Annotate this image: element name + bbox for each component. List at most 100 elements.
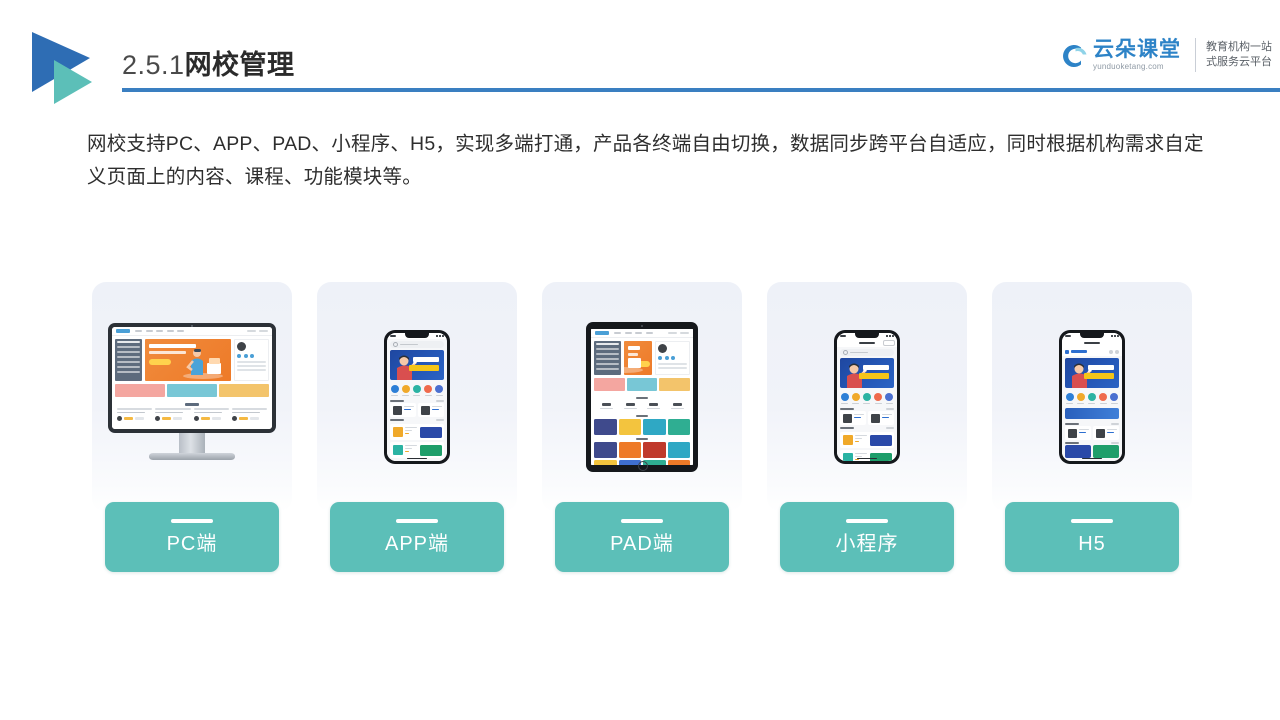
course-card[interactable]: [418, 403, 444, 417]
course-list-item[interactable]: [840, 432, 894, 448]
course-grid-row-1: [591, 419, 693, 435]
course-list: [387, 422, 447, 458]
promo-card[interactable]: [219, 384, 269, 397]
card-label-pc[interactable]: PC端: [105, 502, 279, 572]
course-tile[interactable]: [594, 460, 617, 465]
category-item[interactable]: [1110, 393, 1119, 404]
course-item[interactable]: [193, 408, 229, 421]
course-item[interactable]: [231, 408, 267, 421]
page-title: 2.5.1网校管理: [122, 48, 295, 82]
device-card-app[interactable]: APP端: [317, 282, 517, 572]
website-promo-row: [591, 378, 693, 394]
course-tile[interactable]: [618, 442, 641, 458]
category-item[interactable]: [424, 385, 433, 396]
title-underline: [122, 88, 1280, 92]
stats-row: [591, 401, 693, 412]
app-mock: [387, 333, 447, 461]
website-hero: [591, 338, 693, 378]
monitor-stand-base: [149, 453, 235, 460]
avatar: [658, 344, 667, 353]
brand-logo-icon: [1065, 349, 1069, 354]
course-card[interactable]: [840, 411, 866, 425]
card-label-text: PAD端: [610, 532, 674, 555]
course-list-item[interactable]: [840, 450, 894, 461]
phone-screen: [387, 333, 447, 461]
course-list-item[interactable]: [390, 442, 444, 458]
course-tile[interactable]: [667, 442, 690, 458]
category-item[interactable]: [390, 385, 399, 396]
card-label-app[interactable]: APP端: [330, 502, 504, 572]
course-card[interactable]: [390, 403, 416, 417]
promo-card[interactable]: [626, 378, 658, 391]
device-card-h5[interactable]: H5: [992, 282, 1192, 572]
nav-item: [177, 330, 184, 332]
search-input[interactable]: [390, 341, 444, 348]
app-hero-banner[interactable]: [840, 358, 894, 388]
course-tile[interactable]: [667, 419, 690, 435]
category-item[interactable]: [851, 393, 860, 404]
course-tile[interactable]: [594, 419, 617, 435]
category-item[interactable]: [401, 385, 410, 396]
website-course-list: [112, 408, 272, 421]
home-button[interactable]: [638, 461, 648, 471]
label-accent-bar: [846, 518, 888, 523]
category-item[interactable]: [412, 385, 421, 396]
course-item[interactable]: [117, 408, 153, 421]
nav-item: [614, 332, 621, 334]
panel-dots: [237, 354, 266, 358]
course-card[interactable]: [868, 411, 894, 425]
phone-body: [834, 330, 900, 464]
label-accent-bar: [1071, 518, 1113, 523]
app-hero-banner[interactable]: [1065, 358, 1119, 388]
tablet-body: [586, 322, 698, 472]
promo-card[interactable]: [167, 384, 217, 397]
device-preview-h5: [992, 282, 1192, 512]
category-item[interactable]: [862, 393, 871, 404]
card-label-h5[interactable]: H5: [1005, 502, 1179, 572]
device-card-miniprogram[interactable]: 小程序: [767, 282, 967, 572]
browser-titlebar: [1062, 339, 1122, 347]
course-grid-row-2: [591, 442, 693, 458]
course-item[interactable]: [155, 408, 191, 421]
banner-line1-bar: [863, 365, 889, 370]
banner-cta-button[interactable]: [149, 358, 171, 365]
course-tile[interactable]: [594, 442, 617, 458]
promo-card[interactable]: [115, 384, 165, 397]
card-label-text: PC端: [166, 532, 218, 555]
category-item[interactable]: [1065, 393, 1074, 404]
app-hero-banner[interactable]: [390, 350, 444, 380]
course-tile[interactable]: [643, 419, 666, 435]
course-tile[interactable]: [643, 442, 666, 458]
label-accent-bar: [171, 518, 213, 523]
category-item[interactable]: [885, 393, 894, 404]
nav-item: [645, 332, 653, 334]
promo-card[interactable]: [659, 378, 691, 391]
category-item[interactable]: [840, 393, 849, 404]
category-item[interactable]: [874, 393, 883, 404]
course-tile[interactable]: [618, 419, 641, 435]
course-card[interactable]: [1093, 426, 1119, 440]
nav-item: [635, 332, 642, 334]
bottom-banner[interactable]: [1065, 445, 1091, 458]
brand-url: yunduoketang.com: [1093, 61, 1164, 71]
course-list-item[interactable]: [390, 424, 444, 440]
card-label-pad[interactable]: PAD端: [555, 502, 729, 572]
device-card-pad[interactable]: PAD端: [542, 282, 742, 572]
monitor-frame: [108, 323, 276, 433]
course-card[interactable]: [1065, 426, 1091, 440]
category-item[interactable]: [1099, 393, 1108, 404]
brand-divider: [1195, 38, 1196, 72]
brandbar-actions[interactable]: [1109, 349, 1119, 354]
section-title-premium: [591, 412, 693, 419]
card-label-miniprogram[interactable]: 小程序: [780, 502, 954, 572]
capsule-button[interactable]: [883, 340, 895, 346]
bottom-banner[interactable]: [1093, 445, 1119, 458]
promo-card[interactable]: [594, 378, 625, 391]
category-item[interactable]: [1087, 393, 1096, 404]
device-card-pc[interactable]: PC端: [92, 282, 292, 572]
search-input[interactable]: [840, 349, 894, 356]
category-item[interactable]: [1076, 393, 1085, 404]
promo-strip-banner[interactable]: [1065, 408, 1119, 419]
course-tile[interactable]: [667, 460, 690, 465]
category-item[interactable]: [435, 385, 444, 396]
